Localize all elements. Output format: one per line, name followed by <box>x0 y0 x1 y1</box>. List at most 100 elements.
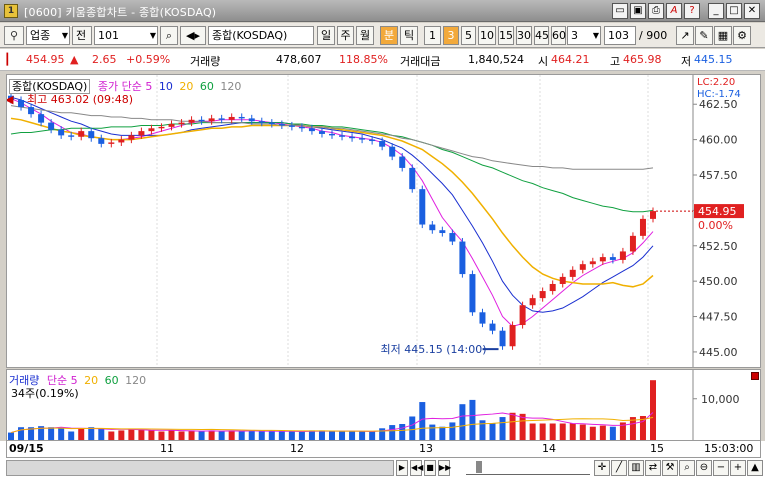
period-button-5[interactable]: 1 <box>424 26 441 45</box>
price-chart[interactable]: 462.50460.00457.50455.00452.50450.00447.… <box>7 75 760 367</box>
minus-icon[interactable]: − <box>713 460 729 476</box>
price-pane[interactable]: 462.50460.00457.50455.00452.50450.00447.… <box>6 74 761 368</box>
minimize-icon[interactable]: _ <box>708 3 724 19</box>
chart-type-icon[interactable]: ▥ <box>628 460 644 476</box>
pane-close-icon[interactable] <box>751 372 759 380</box>
candle-body <box>339 135 346 137</box>
period-button-2[interactable]: 월 <box>356 26 374 45</box>
candle-body <box>248 118 255 122</box>
expand-icon[interactable]: ▲ <box>747 460 763 476</box>
market-button[interactable]: 전 <box>72 26 92 45</box>
volume-bar <box>228 430 235 440</box>
trendline-icon[interactable]: ╱ <box>611 460 627 476</box>
period-input[interactable]: 3 ▼ <box>567 26 601 45</box>
candle-body <box>108 142 115 144</box>
x-axis: 09/15 11 12 13 14 15 15:03:00 <box>6 441 761 458</box>
volume-bar <box>118 430 125 440</box>
volume-bar <box>208 430 215 440</box>
candle-body <box>98 138 105 144</box>
candle-body <box>639 218 646 236</box>
period-button-11[interactable]: 45 <box>534 26 549 45</box>
period-button-4[interactable]: 틱 <box>400 26 418 45</box>
legend-ma10: 10 <box>158 80 173 93</box>
volume-bar <box>489 423 496 440</box>
candle-body <box>138 131 145 136</box>
category-select[interactable]: 업종 ▼ <box>26 26 70 45</box>
chevron-down-icon: ▼ <box>61 31 68 40</box>
y-tick-label: 445.00 <box>699 346 738 359</box>
period-button-1[interactable]: 주 <box>337 26 354 45</box>
print-icon[interactable]: ⎙ <box>648 3 664 19</box>
close-icon[interactable]: ✕ <box>744 3 760 19</box>
zoom-slider[interactable] <box>466 461 590 475</box>
volume-value: 478,607 <box>276 53 322 66</box>
help-icon[interactable]: ? <box>684 3 700 19</box>
period-button-7[interactable]: 5 <box>461 26 476 45</box>
code-input[interactable]: 101 ▼ <box>94 26 158 45</box>
candle-body <box>48 122 55 130</box>
candle-body <box>439 230 446 234</box>
volume-bar <box>589 426 596 440</box>
rewind-icon[interactable]: ◀◀ <box>410 460 423 476</box>
chart-toolbar: ⚲ 업종 ▼ 전 101 ▼ ⌕ ◀▸ 종합(KOSDAQ) 일 주 월 분 틱 1 3 5 10 1… <box>0 23 765 48</box>
candle-body <box>168 124 175 127</box>
search-icon[interactable]: ⌕ <box>160 26 178 45</box>
volume-bar <box>318 430 325 440</box>
play-icon[interactable]: ▶ <box>396 460 408 476</box>
volume-bar <box>68 431 75 440</box>
period-button-10[interactable]: 30 <box>516 26 532 45</box>
candle-body <box>158 126 165 129</box>
last-price-pct: 0.00% <box>698 219 733 232</box>
compare-icon[interactable]: ⇄ <box>645 460 661 476</box>
scrollbar-track[interactable] <box>6 460 394 476</box>
count-input[interactable]: 103 <box>604 26 636 45</box>
maximize-icon[interactable]: □ <box>726 3 742 19</box>
volume-bar <box>278 431 285 440</box>
grid-tool-icon[interactable]: ▦ <box>714 26 732 45</box>
period-button-3[interactable]: 분 <box>380 26 398 45</box>
window-tile-icon[interactable]: ▣ <box>630 3 646 19</box>
legend-series-name[interactable]: 종합(KOSDAQ) <box>9 79 91 94</box>
period-button-8[interactable]: 10 <box>478 26 496 45</box>
crosshair-icon[interactable]: ✛ <box>594 460 610 476</box>
volume-ma-line-5 <box>10 412 654 434</box>
restore-layout-icon[interactable]: ▭ <box>612 3 628 19</box>
candle-body <box>369 139 376 142</box>
open-label: 시 <box>538 55 549 68</box>
app-icon: 1 <box>4 4 18 18</box>
volume-pane[interactable]: 10,000 거래량 단순 5 20 60 120 34주(0.19%) <box>6 369 761 441</box>
candle-body <box>379 141 386 147</box>
volume-bar <box>369 431 376 440</box>
speaker-icon[interactable]: ◀▸ <box>180 26 206 45</box>
period-button-6[interactable]: 3 <box>443 26 459 45</box>
volume-bar <box>88 427 95 440</box>
font-icon[interactable]: A <box>666 3 682 19</box>
volume-bar <box>599 425 606 440</box>
candle-body <box>509 325 516 347</box>
pin-icon[interactable]: ⚲ <box>4 26 24 45</box>
period-button-9[interactable]: 15 <box>498 26 514 45</box>
candle-body <box>579 264 586 270</box>
zoom-out-icon[interactable]: ⊖ <box>696 460 712 476</box>
volume-bar <box>439 426 446 440</box>
period-button-12[interactable]: 60 <box>551 26 566 45</box>
settings-icon[interactable]: ⚙ <box>733 26 751 45</box>
x-label-12: 12 <box>290 442 304 455</box>
plus-icon[interactable]: + <box>730 460 746 476</box>
search-icon[interactable]: ⌕ <box>679 460 695 476</box>
tool-icon[interactable]: ⚒ <box>662 460 678 476</box>
period-button-0[interactable]: 일 <box>317 26 335 45</box>
indicator-tool-icon[interactable]: ✎ <box>695 26 713 45</box>
status-time: 15:03:00 <box>704 442 754 455</box>
volume-bar <box>529 423 536 440</box>
fast-forward-icon[interactable]: ▶▶ <box>438 460 451 476</box>
volume-bar <box>579 424 586 440</box>
volume-bar <box>399 423 406 440</box>
name-field[interactable]: 종합(KOSDAQ) <box>208 26 314 45</box>
x-label-11: 11 <box>160 442 174 455</box>
stop-icon[interactable]: ■ <box>424 460 436 476</box>
cursor-tool-icon[interactable]: ↗ <box>676 26 694 45</box>
zoom-slider-handle[interactable] <box>476 461 482 473</box>
x-label-13: 13 <box>419 442 433 455</box>
candle-body <box>198 119 205 122</box>
